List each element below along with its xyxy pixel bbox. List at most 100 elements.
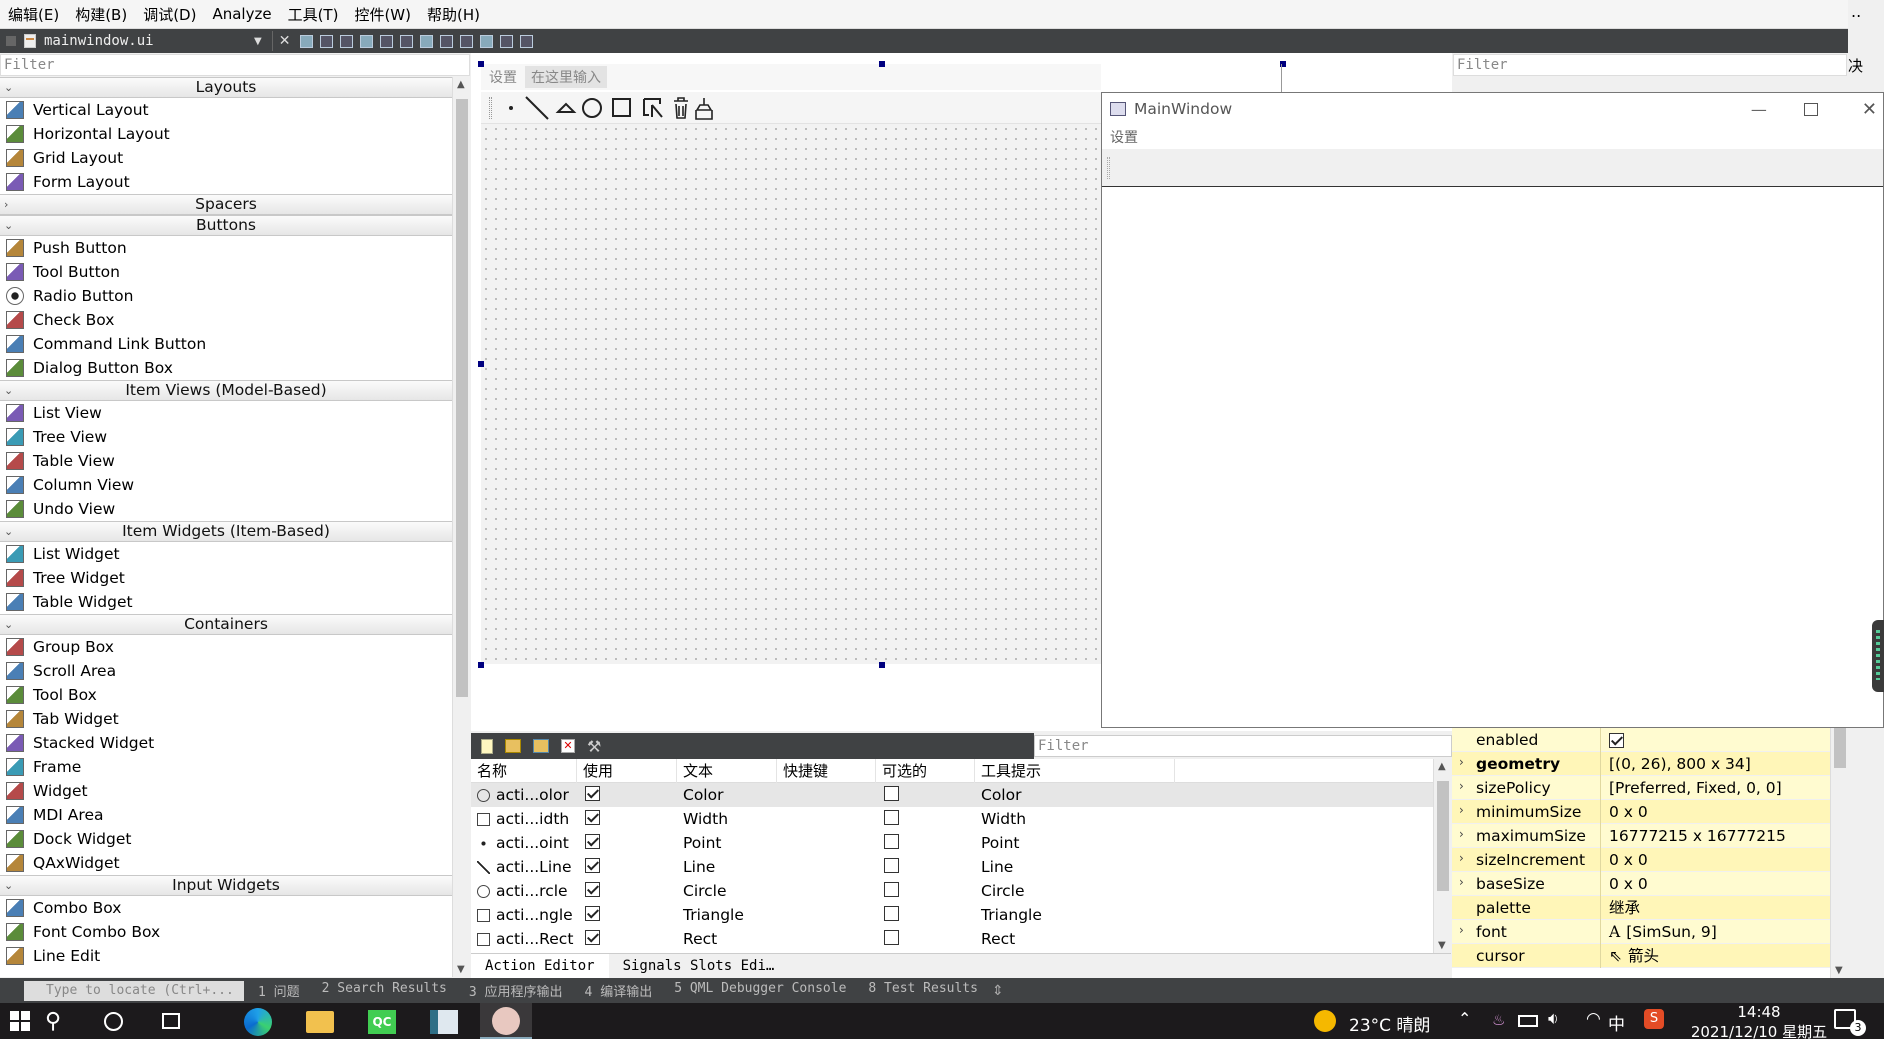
- chevron-right-icon[interactable]: ›: [1459, 803, 1464, 817]
- layout-grid-icon[interactable]: [360, 34, 374, 48]
- selection-handle[interactable]: [879, 61, 885, 67]
- file-name[interactable]: mainwindow.ui: [44, 33, 254, 49]
- property-sizeincrement[interactable]: › sizeIncrement 0 x 0: [1452, 847, 1842, 872]
- used-checkbox[interactable]: [585, 905, 600, 921]
- action-row[interactable]: acti...olor Color Color: [471, 783, 1451, 807]
- menu-analyze[interactable]: Analyze: [204, 5, 279, 23]
- widget-widget[interactable]: Widget: [0, 779, 470, 803]
- action-row[interactable]: acti...oint Point Point: [471, 831, 1451, 855]
- property-value-cell[interactable]: 0 x 0: [1600, 871, 1842, 896]
- selection-handle[interactable]: [478, 662, 484, 668]
- property-enabled[interactable]: enabled: [1452, 727, 1842, 752]
- menu-d[interactable]: 调试(D): [135, 4, 204, 25]
- action-row[interactable]: acti...idth Width Width: [471, 807, 1451, 831]
- menu-w[interactable]: 控件(W): [346, 4, 419, 25]
- column-header[interactable]: 快捷键: [777, 758, 876, 783]
- edit-widgets-icon[interactable]: [440, 34, 454, 48]
- action-row[interactable]: acti...rcle Circle Circle: [471, 879, 1451, 903]
- property-geometry[interactable]: › geometry [(0, 26), 800 x 34]: [1452, 751, 1842, 776]
- widget-vertical-layout[interactable]: Vertical Layout: [0, 98, 470, 122]
- form-menu-placeholder[interactable]: 在这里输入: [525, 66, 607, 88]
- category-input-widgets[interactable]: ⌄ Input Widgets: [0, 875, 452, 896]
- checkable-checkbox[interactable]: [884, 809, 899, 825]
- action-table-scrollbar[interactable]: ▲ ▼: [1433, 759, 1451, 953]
- form-canvas[interactable]: [481, 124, 1101, 664]
- form-menu-item[interactable]: 设置: [481, 67, 525, 87]
- widget-table-widget[interactable]: Table Widget: [0, 590, 470, 614]
- property-value-cell[interactable]: 继承: [1600, 895, 1842, 920]
- widget-tree-view[interactable]: Tree View: [0, 425, 470, 449]
- widget-mdi-area[interactable]: MDI Area: [0, 803, 470, 827]
- chevron-right-icon[interactable]: ›: [1459, 923, 1464, 937]
- wifi-icon[interactable]: ◠: [1586, 1009, 1601, 1029]
- property-scrollbar[interactable]: ▼: [1830, 728, 1848, 978]
- category-layouts[interactable]: ⌄ Layouts: [0, 77, 452, 98]
- weather-text[interactable]: 23°C 晴朗: [1349, 1011, 1430, 1036]
- category-item-views-model-based[interactable]: ⌄ Item Views (Model-Based): [0, 380, 452, 401]
- property-basesize[interactable]: › baseSize 0 x 0: [1452, 871, 1842, 896]
- property-value-cell[interactable]: 16777215 x 16777215: [1600, 823, 1842, 848]
- column-header[interactable]: 工具提示: [975, 758, 1175, 783]
- property-cursor[interactable]: cursor ⇖ 箭头: [1452, 943, 1842, 968]
- output-tab-6[interactable]: 8 Test Results: [868, 981, 978, 1000]
- widget-check-box[interactable]: Check Box: [0, 308, 470, 332]
- checkable-checkbox[interactable]: [884, 785, 899, 801]
- widget-scroll-area[interactable]: Scroll Area: [0, 659, 470, 683]
- output-tab-4[interactable]: 4 编译输出: [585, 981, 653, 1000]
- selection-handle[interactable]: [879, 662, 885, 668]
- widget-list-view[interactable]: List View: [0, 401, 470, 425]
- edge-browser-icon[interactable]: [244, 1008, 272, 1036]
- widget-box-scrollbar[interactable]: ▲ ▼: [452, 77, 470, 977]
- used-checkbox[interactable]: [585, 833, 600, 849]
- action-row[interactable]: acti...Rect Rect Rect: [471, 927, 1451, 951]
- widget-radio-button[interactable]: Radio Button: [0, 284, 470, 308]
- widget-filter-input[interactable]: Filter: [0, 54, 470, 76]
- adjust-size-icon[interactable]: [420, 34, 434, 48]
- widget-command-link-button[interactable]: Command Link Button: [0, 332, 470, 356]
- volume-icon[interactable]: 🔉︎: [1548, 1009, 1559, 1029]
- start-windows-icon[interactable]: [10, 1011, 30, 1031]
- tab-action-editor[interactable]: Action Editor: [471, 954, 609, 978]
- property-maximumsize[interactable]: › maximumSize 16777215 x 16777215: [1452, 823, 1842, 848]
- used-checkbox[interactable]: [585, 809, 600, 825]
- form-toolbar-icons[interactable]: [506, 95, 726, 121]
- column-header[interactable]: 名称: [471, 758, 577, 783]
- property-value-cell[interactable]: A [SimSun, 9]: [1600, 919, 1842, 944]
- widget-line-edit[interactable]: Line Edit: [0, 944, 470, 968]
- minimize-icon[interactable]: —: [1744, 100, 1774, 119]
- cortana-icon[interactable]: [104, 1012, 123, 1031]
- edit-tab-order-icon[interactable]: [500, 34, 514, 48]
- layout-split-icon[interactable]: [340, 34, 354, 48]
- widget-font-combo-box[interactable]: Font Combo Box: [0, 920, 470, 944]
- maximize-icon[interactable]: [1803, 102, 1818, 116]
- action-row[interactable]: acti...Line Line Line: [471, 855, 1451, 879]
- property-value-cell[interactable]: 0 x 0: [1600, 799, 1842, 824]
- property-value-cell[interactable]: 0 x 0: [1600, 847, 1842, 872]
- preview-title-bar[interactable]: MainWindow — ✕: [1102, 93, 1883, 125]
- property-value-cell[interactable]: [1600, 727, 1842, 752]
- used-checkbox[interactable]: [585, 929, 600, 945]
- used-checkbox[interactable]: [585, 857, 600, 873]
- property-font[interactable]: › font A [SimSun, 9]: [1452, 919, 1842, 944]
- widget-horizontal-layout[interactable]: Horizontal Layout: [0, 122, 470, 146]
- task-view-icon[interactable]: [162, 1013, 180, 1029]
- category-spacers[interactable]: › Spacers: [0, 194, 452, 215]
- ime-indicator[interactable]: 中: [1608, 1010, 1625, 1035]
- property-value-cell[interactable]: [Preferred, Fixed, 0, 0]: [1600, 775, 1842, 800]
- preview-icon[interactable]: [520, 34, 534, 48]
- checkable-checkbox[interactable]: [884, 833, 899, 849]
- search-icon[interactable]: ⚲: [45, 1009, 61, 1034]
- widget-tree-widget[interactable]: Tree Widget: [0, 566, 470, 590]
- widget-table-view[interactable]: Table View: [0, 449, 470, 473]
- pane-toggle-icon[interactable]: ⇕: [992, 983, 1004, 999]
- widget-dialog-button-box[interactable]: Dialog Button Box: [0, 356, 470, 380]
- widget-dock-widget[interactable]: Dock Widget: [0, 827, 470, 851]
- menu-b[interactable]: 构建(B): [67, 4, 135, 25]
- property-minimumsize[interactable]: › minimumSize 0 x 0: [1452, 799, 1842, 824]
- new-action-icon[interactable]: [481, 738, 493, 754]
- tab-signals-slots[interactable]: Signals Slots Edi…: [609, 958, 785, 974]
- output-tab-5[interactable]: 5 QML Debugger Console: [674, 981, 846, 1000]
- break-layout-icon[interactable]: [400, 34, 414, 48]
- property-sizepolicy[interactable]: › sizePolicy [Preferred, Fixed, 0, 0]: [1452, 775, 1842, 800]
- layout-form-icon[interactable]: [380, 34, 394, 48]
